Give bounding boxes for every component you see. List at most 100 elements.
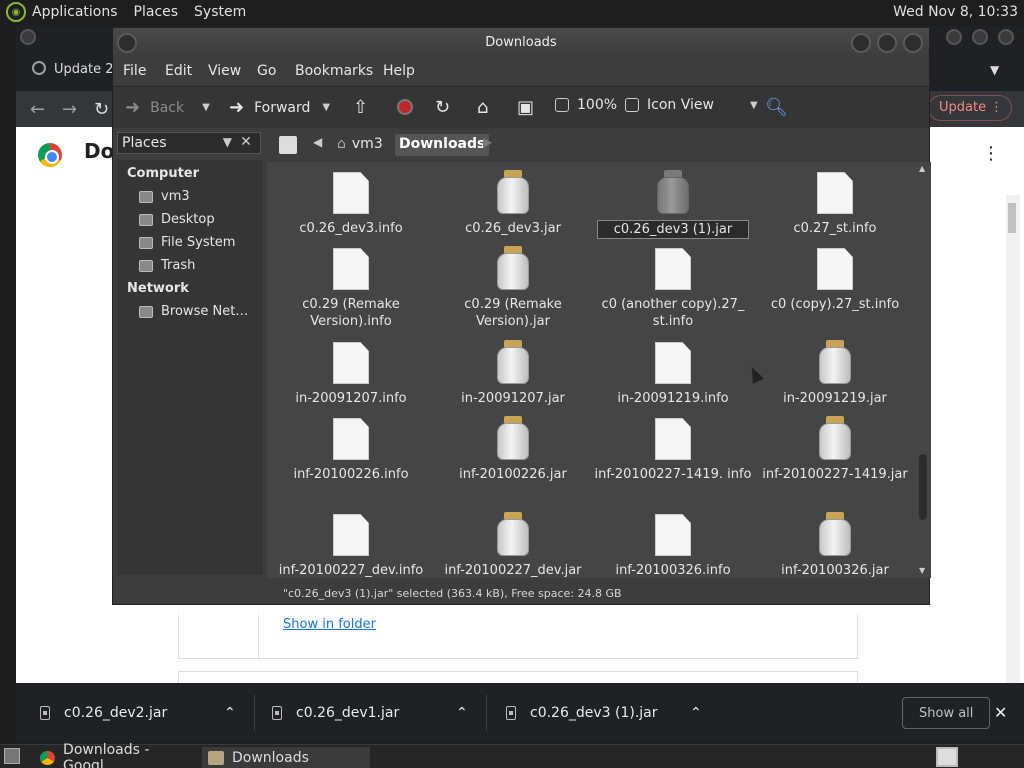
chrome-forward-icon[interactable]: → [62,99,77,120]
forward-button[interactable]: ➜ Forward ▼ [229,97,330,118]
fm-scroll-thumb[interactable] [919,454,927,520]
system-menu[interactable]: System [194,4,246,20]
file-item[interactable]: in-20091207.info [271,336,431,407]
path-right-arrow-icon[interactable]: ▶ [483,135,492,149]
jar-icon [497,512,529,556]
task-chrome[interactable]: Downloads - Googl… [34,742,200,768]
zoom-control[interactable]: 100% [555,97,640,113]
chevron-up-icon[interactable]: ⌃ [690,701,702,725]
sidebar-item-filesystem[interactable]: File System [139,235,235,250]
menu-bookmarks[interactable]: Bookmarks [295,63,373,79]
file-item[interactable]: inf-20100227_dev.info [271,508,431,578]
file-item[interactable]: c0.29 (Remake Version).jar [433,242,593,330]
back-button[interactable]: ➜ Back ▼ [125,97,210,118]
file-item[interactable]: c0.26_dev3.info [271,166,431,237]
file-item[interactable]: inf-20100226.info [271,412,431,483]
file-item[interactable]: c0.26_dev3 (1).jar [593,166,753,239]
maximize-button[interactable] [972,29,988,45]
chrome-menu-icon[interactable]: ⋮ [990,100,1003,115]
close-button[interactable] [903,33,923,53]
tab-search-chevron-icon[interactable]: ▼ [990,63,999,77]
reload-icon[interactable]: ↻ [435,97,460,118]
download-item[interactable]: c0.26_dev1.jar [272,701,399,725]
file-item[interactable]: in-20091219.info [593,336,753,407]
file-item[interactable]: inf-20100326.jar [755,508,915,578]
sidebar-section-network: Network [127,281,189,296]
task-downloads[interactable]: Downloads [202,747,370,768]
distro-logo-icon[interactable]: ◉ [6,2,26,22]
chrome-update-button[interactable]: Update ⋮ [928,95,1012,121]
download-filename: c0.26_dev2.jar [64,705,168,721]
zoom-in-icon[interactable] [625,98,640,112]
close-sidebar-icon[interactable]: ✕ [235,132,257,154]
computer-icon[interactable]: ▣ [517,97,544,118]
file-item[interactable]: c0 (another copy).27_ st.info [593,242,753,330]
show-all-button[interactable]: Show all [902,697,990,729]
zoom-out-icon[interactable] [555,98,569,112]
places-menu[interactable]: Places [134,4,179,20]
more-options-icon[interactable]: ⋮ [982,143,1000,164]
download-item[interactable]: c0.26_dev3 (1).jar [506,701,658,725]
up-arrow-icon[interactable]: ⇧ [353,97,378,118]
scroll-down-icon[interactable]: ▼ [919,566,925,575]
chevron-up-icon[interactable]: ⌃ [456,701,468,725]
chevron-down-icon[interactable]: ▼ [202,102,210,113]
stop-icon[interactable] [397,99,413,115]
workspace-switcher-icon[interactable] [936,747,958,767]
file-name: c0 (another copy).27_ st.info [601,297,745,329]
path-segment-current[interactable]: Downloads [395,134,490,156]
sidebar-item-vm3[interactable]: vm3 [139,189,190,204]
path-segment[interactable]: ⌂ vm3 [333,134,387,156]
menu-file[interactable]: File [123,63,146,79]
file-item[interactable]: c0 (copy).27_st.info [755,242,915,313]
show-in-folder-link[interactable]: Show in folder [283,617,376,632]
file-item[interactable]: inf-20100226.jar [433,412,593,483]
chrome-reload-icon[interactable]: ↻ [94,99,109,120]
file-item[interactable]: inf-20100227-1419. info [593,412,753,483]
download-item[interactable]: c0.26_dev2.jar [40,701,167,725]
file-item[interactable]: c0.29 (Remake Version).info [271,242,431,330]
search-icon[interactable]: 🔍︎ [765,97,798,118]
github-icon [32,61,46,75]
minimize-button[interactable] [851,33,871,53]
file-item[interactable]: inf-20100326.info [593,508,753,578]
menu-edit[interactable]: Edit [165,63,192,79]
minimize-button[interactable] [946,29,962,45]
file-item[interactable]: in-20091207.jar [433,336,593,407]
file-icon-wrap [271,336,431,384]
path-left-arrow-icon[interactable]: ◀ [313,135,322,149]
clock[interactable]: Wed Nov 8, 10:33 [893,4,1018,20]
menu-view[interactable]: View [208,63,241,79]
chrome-back-icon[interactable]: ← [30,99,45,120]
view-mode-select[interactable]: Icon View ▼ [647,97,758,113]
edit-location-icon[interactable] [275,134,301,156]
menu-help[interactable]: Help [383,63,415,79]
chrome-scrollbar[interactable] [1006,195,1020,705]
chevron-up-icon[interactable]: ⌃ [224,701,236,725]
home-icon[interactable]: ⌂ [477,97,498,118]
forward-label: Forward [254,99,311,116]
close-button[interactable] [998,29,1014,45]
file-item[interactable]: c0.27_st.info [755,166,915,237]
file-item[interactable]: inf-20100227-1419.jar [755,412,915,483]
path-bar: ◀ ⌂ vm3 Downloads ▶ [269,132,929,158]
file-item[interactable]: in-20091219.jar [755,336,915,407]
applications-menu[interactable]: Applications [32,4,118,20]
file-item[interactable]: inf-20100227_dev.jar [433,508,593,578]
sidebar-item-desktop[interactable]: Desktop [139,212,215,227]
menu-go[interactable]: Go [257,63,276,79]
chrome-tab[interactable]: Update 2 [32,61,113,77]
chrome-scroll-thumb[interactable] [1008,203,1016,233]
show-desktop-icon[interactable] [4,748,20,764]
maximize-button[interactable] [877,33,897,53]
sidebar-item-browse-network[interactable]: Browse Net… [139,304,248,319]
fm-toolbar: ➜ Back ▼ ➜ Forward ▼ ⇧ ↻ ⌂ ▣ 100% Icon V… [113,86,929,128]
close-icon[interactable]: ✕ [994,703,1007,722]
fm-scrollbar[interactable]: ▲ ▼ [917,162,929,578]
scroll-up-icon[interactable]: ▲ [919,164,925,173]
file-item[interactable]: c0.26_dev3.jar [433,166,593,237]
sidebar-item-trash[interactable]: Trash [139,258,195,273]
window-menu-button[interactable] [20,29,36,45]
file-grid: c0.26_dev3.info c0.26_dev3.jar c0.26_dev3 … [267,162,931,578]
chevron-down-icon[interactable]: ▼ [322,102,330,113]
